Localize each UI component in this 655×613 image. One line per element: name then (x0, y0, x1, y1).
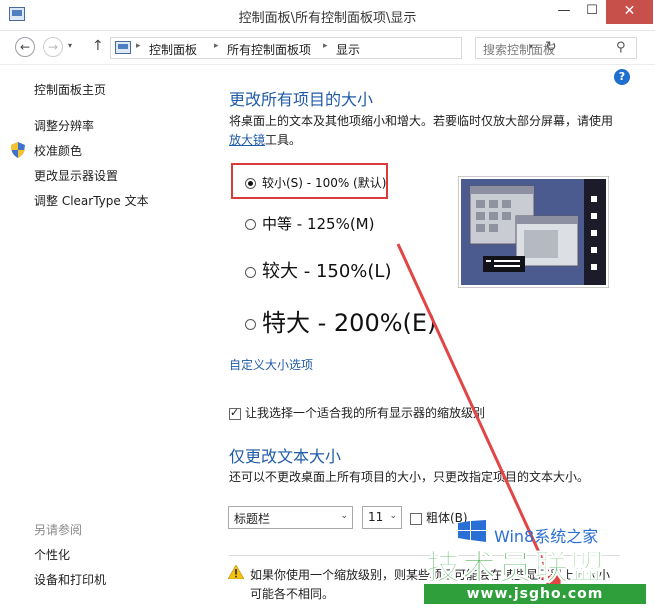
description-text: 将桌面上的文本及其他项缩小和增大。若要临时仅放大部分屏幕，请使用 (229, 114, 614, 128)
minimize-button[interactable]: — (550, 0, 578, 24)
annotation-highlight-box (231, 163, 388, 199)
bold-checkbox[interactable] (410, 512, 422, 525)
sidebar-item-control-panel-home[interactable]: 控制面板主页 (34, 81, 106, 98)
title-bar: 控制面板\所有控制面板项\显示 — ☐ ✕ (0, 0, 655, 31)
breadcrumb-control-panel[interactable]: 控制面板 (149, 41, 197, 58)
search-icon[interactable]: ⚲ (616, 40, 626, 55)
shield-icon (11, 142, 25, 158)
display-size-preview-image (458, 176, 609, 288)
chevron-down-icon: ⌄ (340, 511, 348, 521)
radio-button[interactable] (245, 318, 256, 330)
scale-level-checkbox-label: 让我选择一个适合我的所有显示器的缩放级别 (245, 406, 486, 420)
text-size-description: 还可以不更改桌面上所有项目的大小，只更改指定项目的文本大小。 (229, 470, 590, 484)
control-panel-icon (115, 41, 131, 54)
scale-level-checkbox-row[interactable]: 让我选择一个适合我的所有显示器的缩放级别 (229, 404, 485, 421)
scale-level-checkbox[interactable] (229, 406, 241, 420)
address-bar[interactable]: ▸ 控制面板 ▸ 所有控制面板项 ▸ 显示 ▾ ↻ (110, 37, 557, 59)
radio-button[interactable] (245, 266, 256, 278)
sidebar-item-change-display-settings[interactable]: 更改显示器设置 (34, 167, 118, 184)
size-option-label: 中等 - 125%(M) (262, 215, 375, 233)
sidebar-item-calibrate-color[interactable]: 校准颜色 (34, 142, 82, 159)
help-icon[interactable]: ? (614, 69, 630, 85)
up-arrow-icon[interactable]: ↑ (92, 38, 104, 54)
size-option-larger[interactable]: 较大 - 150%(L) (245, 257, 391, 283)
breadcrumb-separator-icon: ▸ (136, 41, 141, 51)
breadcrumb-display[interactable]: 显示 (336, 41, 360, 58)
change-size-heading: 更改所有项目的大小 (229, 90, 374, 109)
watermark-brand: 技术员联盟 (426, 548, 606, 589)
custom-size-link[interactable]: 自定义大小选项 (229, 356, 313, 373)
breadcrumb-separator-icon: ▸ (214, 41, 219, 51)
see-also-heading: 另请参阅 (34, 523, 83, 537)
radio-button[interactable] (245, 219, 256, 230)
recent-locations-chevron-icon[interactable]: ▾ (68, 41, 72, 50)
navigation-bar: ← → ▾ ↑ ▸ 控制面板 ▸ 所有控制面板项 ▸ 显示 ▾ ↻ 搜索控制面板… (0, 31, 655, 65)
watermark-url: www.jsgho.com (424, 584, 646, 604)
font-size-value: 11 (368, 510, 384, 524)
change-size-description: 将桌面上的文本及其他项缩小和增大。若要临时仅放大部分屏幕，请使用放大镜工具。 (229, 112, 619, 150)
breadcrumb-separator-icon: ▸ (323, 41, 328, 51)
size-option-extra-large[interactable]: 特大 - 200%(E) (245, 303, 436, 338)
description-text-tail: 工具。 (265, 133, 302, 147)
size-option-label: 特大 - 200%(E) (262, 309, 437, 337)
magnifier-link[interactable]: 放大镜 (229, 133, 265, 147)
windows-logo-icon (458, 520, 486, 542)
text-item-value: 标题栏 (234, 512, 271, 526)
maximize-button[interactable]: ☐ (578, 0, 606, 24)
size-option-medium[interactable]: 中等 - 125%(M) (245, 213, 374, 234)
back-button[interactable]: ← (15, 37, 35, 57)
chevron-down-icon: ⌄ (389, 511, 397, 521)
sidebar-item-adjust-resolution[interactable]: 调整分辨率 (34, 117, 94, 134)
sidebar-item-personalization[interactable]: 个性化 (34, 546, 70, 563)
search-box[interactable]: 搜索控制面板 ⚲ (475, 37, 637, 59)
close-button[interactable]: ✕ (606, 0, 653, 24)
sidebar-item-devices-printers[interactable]: 设备和打印机 (34, 571, 106, 588)
warning-icon (228, 565, 244, 579)
forward-button[interactable]: → (43, 37, 63, 57)
text-item-select[interactable]: 标题栏 ⌄ (228, 506, 353, 529)
size-option-label: 较大 - 150%(L) (262, 261, 392, 282)
font-size-select[interactable]: 11 ⌄ (362, 506, 402, 529)
breadcrumb-all-items[interactable]: 所有控制面板项 (227, 41, 311, 58)
text-size-heading: 仅更改文本大小 (229, 447, 342, 466)
search-input[interactable]: 搜索控制面板 (483, 41, 555, 58)
sidebar-item-adjust-cleartype[interactable]: 调整 ClearType 文本 (34, 192, 149, 209)
watermark: Win8系统之家 技术员联盟 www.jsgho.com (424, 520, 650, 610)
